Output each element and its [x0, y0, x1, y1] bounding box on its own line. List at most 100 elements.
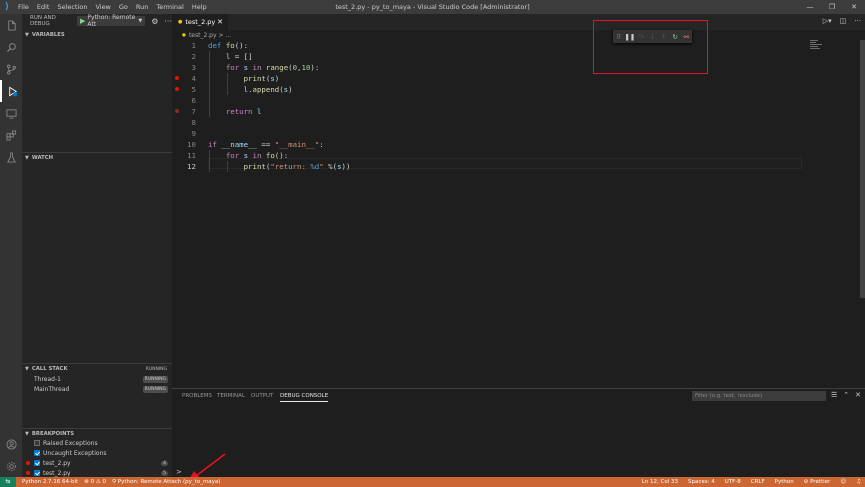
menu-view[interactable]: View	[91, 3, 114, 11]
language-mode[interactable]: Python	[775, 479, 794, 485]
minimap[interactable]	[806, 40, 860, 385]
debug-session[interactable]: ⚲ Python: Remote Attach (py_to_maya)	[112, 479, 220, 485]
tab-label: test_2.py	[185, 18, 216, 26]
chevron-down-icon: ▼	[25, 155, 29, 161]
manage-gear-icon[interactable]	[0, 455, 22, 477]
section-watch[interactable]: ▼ WATCH	[22, 152, 172, 163]
status-right: Ln 12, Col 33 Spaces: 4 UTF-8 CRLF Pytho…	[642, 479, 865, 485]
sidebar: RUN AND DEBUG ▶ Python: Remote Att ▼ ⚙ ·…	[22, 14, 172, 477]
code-line: if __name__ == "__main__":	[208, 140, 324, 149]
section-watch-label: WATCH	[31, 155, 54, 161]
breadcrumb: ● test_2.py > ...	[172, 30, 865, 40]
debug-config-select[interactable]: ▶ Python: Remote Att ▼	[77, 14, 146, 28]
run-file-icon[interactable]: ▷▾	[823, 17, 832, 25]
sidebar-header: RUN AND DEBUG ▶ Python: Remote Att ▼ ⚙ ·…	[22, 14, 172, 28]
breakpoint-label: test_2.py	[43, 459, 71, 467]
run-and-debug-icon[interactable]	[0, 80, 22, 102]
line-number: 3	[191, 63, 196, 72]
breakpoint-checkbox[interactable]	[34, 440, 40, 446]
source-control-icon[interactable]	[0, 58, 22, 80]
section-variables-label: VARIABLES	[31, 31, 65, 38]
breadcrumb-path[interactable]: test_2.py > ...	[189, 32, 231, 39]
breakpoint-checkbox[interactable]	[34, 470, 40, 476]
chevron-down-icon: ▼	[138, 18, 143, 24]
breakpoint-row[interactable]: Raised Exceptions	[22, 438, 172, 448]
breakpoint-dot-icon[interactable]	[175, 87, 179, 91]
annotation-highlight-box	[593, 20, 708, 74]
accounts-icon[interactable]	[0, 433, 22, 455]
code-line: l.append(s)	[243, 85, 293, 94]
thread-row[interactable]: Thread-1 RUNNING	[22, 374, 172, 384]
line-number: 6	[191, 96, 196, 105]
sidebar-title: RUN AND DEBUG	[30, 15, 56, 27]
section-variables[interactable]: ▼ VARIABLES	[22, 29, 172, 40]
menu-edit[interactable]: Edit	[33, 3, 54, 11]
indentation[interactable]: Spaces: 4	[688, 479, 715, 485]
thread-row[interactable]: MainThread RUNNING	[22, 384, 172, 394]
close-tab-icon[interactable]: ✕	[217, 18, 223, 26]
feedback-icon[interactable]: ☺	[840, 479, 846, 485]
call-stack-status: RUNNING	[145, 366, 167, 372]
breakpoint-dot-icon	[26, 471, 30, 475]
maximize-panel-icon[interactable]: ⌃	[843, 391, 849, 399]
cursor-position[interactable]: Ln 12, Col 33	[642, 479, 678, 485]
section-breakpoints-label: BREAKPOINTS	[31, 431, 75, 437]
search-icon[interactable]	[0, 36, 22, 58]
more-actions-icon[interactable]: ···	[164, 17, 172, 26]
breakpoint-dot-icon[interactable]	[175, 76, 179, 80]
breakpoint-row[interactable]: Uncaught Exceptions	[22, 448, 172, 458]
encoding[interactable]: UTF-8	[725, 479, 741, 485]
close-window-icon[interactable]: ✕	[843, 0, 865, 14]
breakpoint-label: Uncaught Exceptions	[43, 449, 107, 457]
problems-count[interactable]: ⊗ 0 ⚠ 0	[84, 479, 106, 485]
menu-run[interactable]: Run	[132, 3, 152, 11]
line-number: 10	[187, 140, 196, 149]
open-launch-json-gear-icon[interactable]: ⚙	[151, 17, 158, 26]
start-debugging-icon[interactable]: ▶	[80, 17, 85, 25]
activity-bar	[0, 14, 22, 477]
restore-icon[interactable]: ❐	[821, 0, 843, 14]
more-actions-icon[interactable]: ···	[854, 17, 861, 25]
vertical-scrollbar[interactable]	[860, 40, 865, 298]
minimize-icon[interactable]: —	[799, 0, 821, 14]
bottom-panel: PROBLEMS TERMINAL OUTPUT DEBUG CONSOLE F…	[172, 388, 865, 477]
breakpoint-row[interactable]: test_2.py 4	[22, 458, 172, 468]
notifications-bell-icon[interactable]: ♫	[856, 479, 861, 485]
thread-name: MainThread	[34, 385, 70, 393]
tab-problems[interactable]: PROBLEMS	[182, 393, 212, 401]
testing-icon[interactable]	[0, 146, 22, 168]
debug-session-label: Python: Remote Attach (py_to_maya)	[117, 479, 221, 485]
section-call-stack-label: CALL STACK	[31, 366, 68, 372]
console-prompt[interactable]: >	[176, 468, 182, 476]
tab-debug-console[interactable]: DEBUG CONSOLE	[280, 393, 329, 402]
window-controls: — ❐ ✕	[799, 0, 865, 14]
chevron-down-icon: ▼	[25, 431, 29, 437]
console-filter-input[interactable]: Filter (e.g. text, !exclude)	[692, 391, 826, 401]
breakpoint-checkbox[interactable]	[34, 450, 40, 456]
breakpoint-checkbox[interactable]	[34, 460, 40, 466]
close-panel-icon[interactable]: ✕	[855, 391, 861, 399]
menu-help[interactable]: Help	[188, 3, 211, 11]
menu-selection[interactable]: Selection	[53, 3, 91, 11]
menu-terminal[interactable]: Terminal	[152, 3, 187, 11]
prettier-status[interactable]: ⊘ Prettier	[804, 479, 831, 485]
code-editor[interactable]: 1 2 3 4 5 6 7 8 9 10 11 12 def fo(): l =…	[172, 40, 802, 385]
clear-console-icon[interactable]: ☰	[831, 391, 837, 399]
code-line: def fo():	[208, 41, 249, 50]
tab-output[interactable]: OUTPUT	[251, 393, 273, 401]
breakpoint-dot-icon[interactable]	[175, 109, 179, 113]
breakpoint-label: Raised Exceptions	[43, 439, 98, 447]
menu-go[interactable]: Go	[115, 3, 132, 11]
extensions-icon[interactable]	[0, 124, 22, 146]
split-editor-icon[interactable]: ◫	[840, 17, 847, 25]
section-call-stack[interactable]: ▼ CALL STACK RUNNING	[22, 363, 172, 374]
tab-test-2-py[interactable]: ● test_2.py ✕	[172, 14, 228, 30]
tab-terminal[interactable]: TERMINAL	[217, 393, 245, 401]
menu-file[interactable]: File	[14, 3, 33, 11]
python-interpreter[interactable]: Python 2.7.16 64-bit	[22, 479, 78, 485]
remote-explorer-icon[interactable]	[0, 102, 22, 124]
line-ending[interactable]: CRLF	[751, 479, 765, 485]
remote-indicator-icon[interactable]: ⇆	[0, 477, 16, 487]
code-line: for s in fo():	[225, 151, 289, 160]
explorer-icon[interactable]	[0, 14, 22, 36]
